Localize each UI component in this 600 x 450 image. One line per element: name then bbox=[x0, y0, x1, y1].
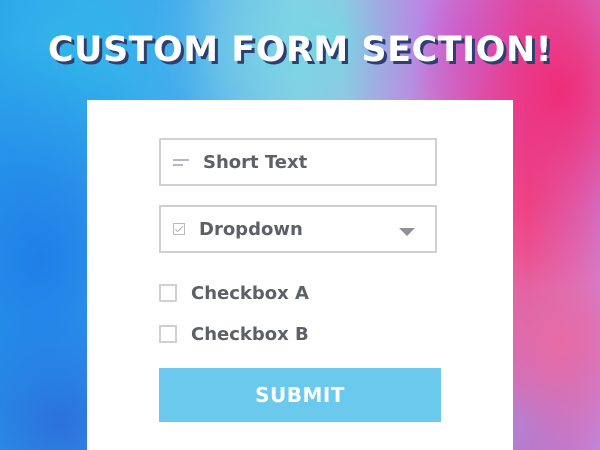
checkbox-b-label[interactable]: Checkbox B bbox=[191, 324, 309, 345]
submit-button[interactable]: SUBMIT bbox=[159, 368, 441, 422]
checkbox-a-row[interactable]: Checkbox A bbox=[159, 281, 309, 305]
dropdown-select[interactable]: Dropdown bbox=[159, 205, 437, 253]
checkbox-icon bbox=[173, 223, 185, 235]
dropdown-label: Dropdown bbox=[199, 218, 303, 240]
page-title: CUSTOM FORM SECTION! bbox=[47, 30, 553, 70]
text-lines-icon bbox=[173, 158, 189, 166]
checkbox-a-label[interactable]: Checkbox A bbox=[191, 283, 309, 304]
checkbox-a[interactable] bbox=[159, 284, 177, 302]
checkbox-b-row[interactable]: Checkbox B bbox=[159, 322, 309, 346]
short-text-label: Short Text bbox=[203, 151, 308, 173]
checkbox-b[interactable] bbox=[159, 325, 177, 343]
short-text-field[interactable]: Short Text bbox=[159, 138, 437, 186]
form-panel: Short Text Dropdown Checkbox A Checkbox … bbox=[87, 100, 513, 450]
chevron-down-icon[interactable] bbox=[399, 228, 415, 236]
